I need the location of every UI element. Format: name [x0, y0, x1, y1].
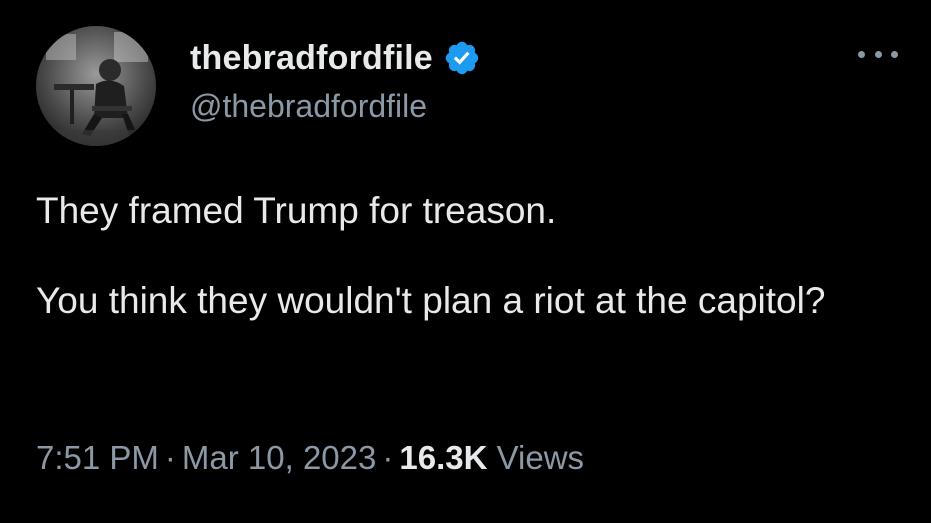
author-handle[interactable]: @thebradfordfile	[190, 86, 427, 126]
avatar[interactable]	[36, 26, 156, 146]
tweet-text: They framed Trump for treason. You think…	[36, 188, 896, 323]
verified-badge-icon[interactable]	[443, 39, 481, 77]
author-name-row: thebradfordfile	[190, 38, 481, 78]
tweet-card: thebradfordfile @thebradfordfile They fr…	[0, 0, 931, 523]
more-options-icon[interactable]	[858, 44, 898, 64]
tweet-paragraph-1: They framed Trump for treason.	[36, 190, 557, 231]
tweet-date[interactable]: Mar 10, 2023	[182, 439, 376, 476]
profile-photo	[36, 26, 156, 146]
more-dot	[858, 50, 865, 58]
views-count[interactable]: 16.3K	[399, 439, 487, 476]
more-dot	[874, 50, 882, 58]
more-dot	[891, 50, 898, 58]
display-name[interactable]: thebradfordfile	[190, 38, 433, 78]
views-label: Views	[496, 439, 585, 476]
tweet-time[interactable]: 7:51 PM	[36, 439, 159, 476]
meta-separator: ·	[164, 439, 176, 476]
meta-separator: ·	[382, 439, 394, 476]
tweet-meta: 7:51 PM · Mar 10, 2023 · 16.3K Views	[36, 436, 584, 480]
tweet-paragraph-2: You think they wouldn't plan a riot at t…	[36, 280, 826, 321]
